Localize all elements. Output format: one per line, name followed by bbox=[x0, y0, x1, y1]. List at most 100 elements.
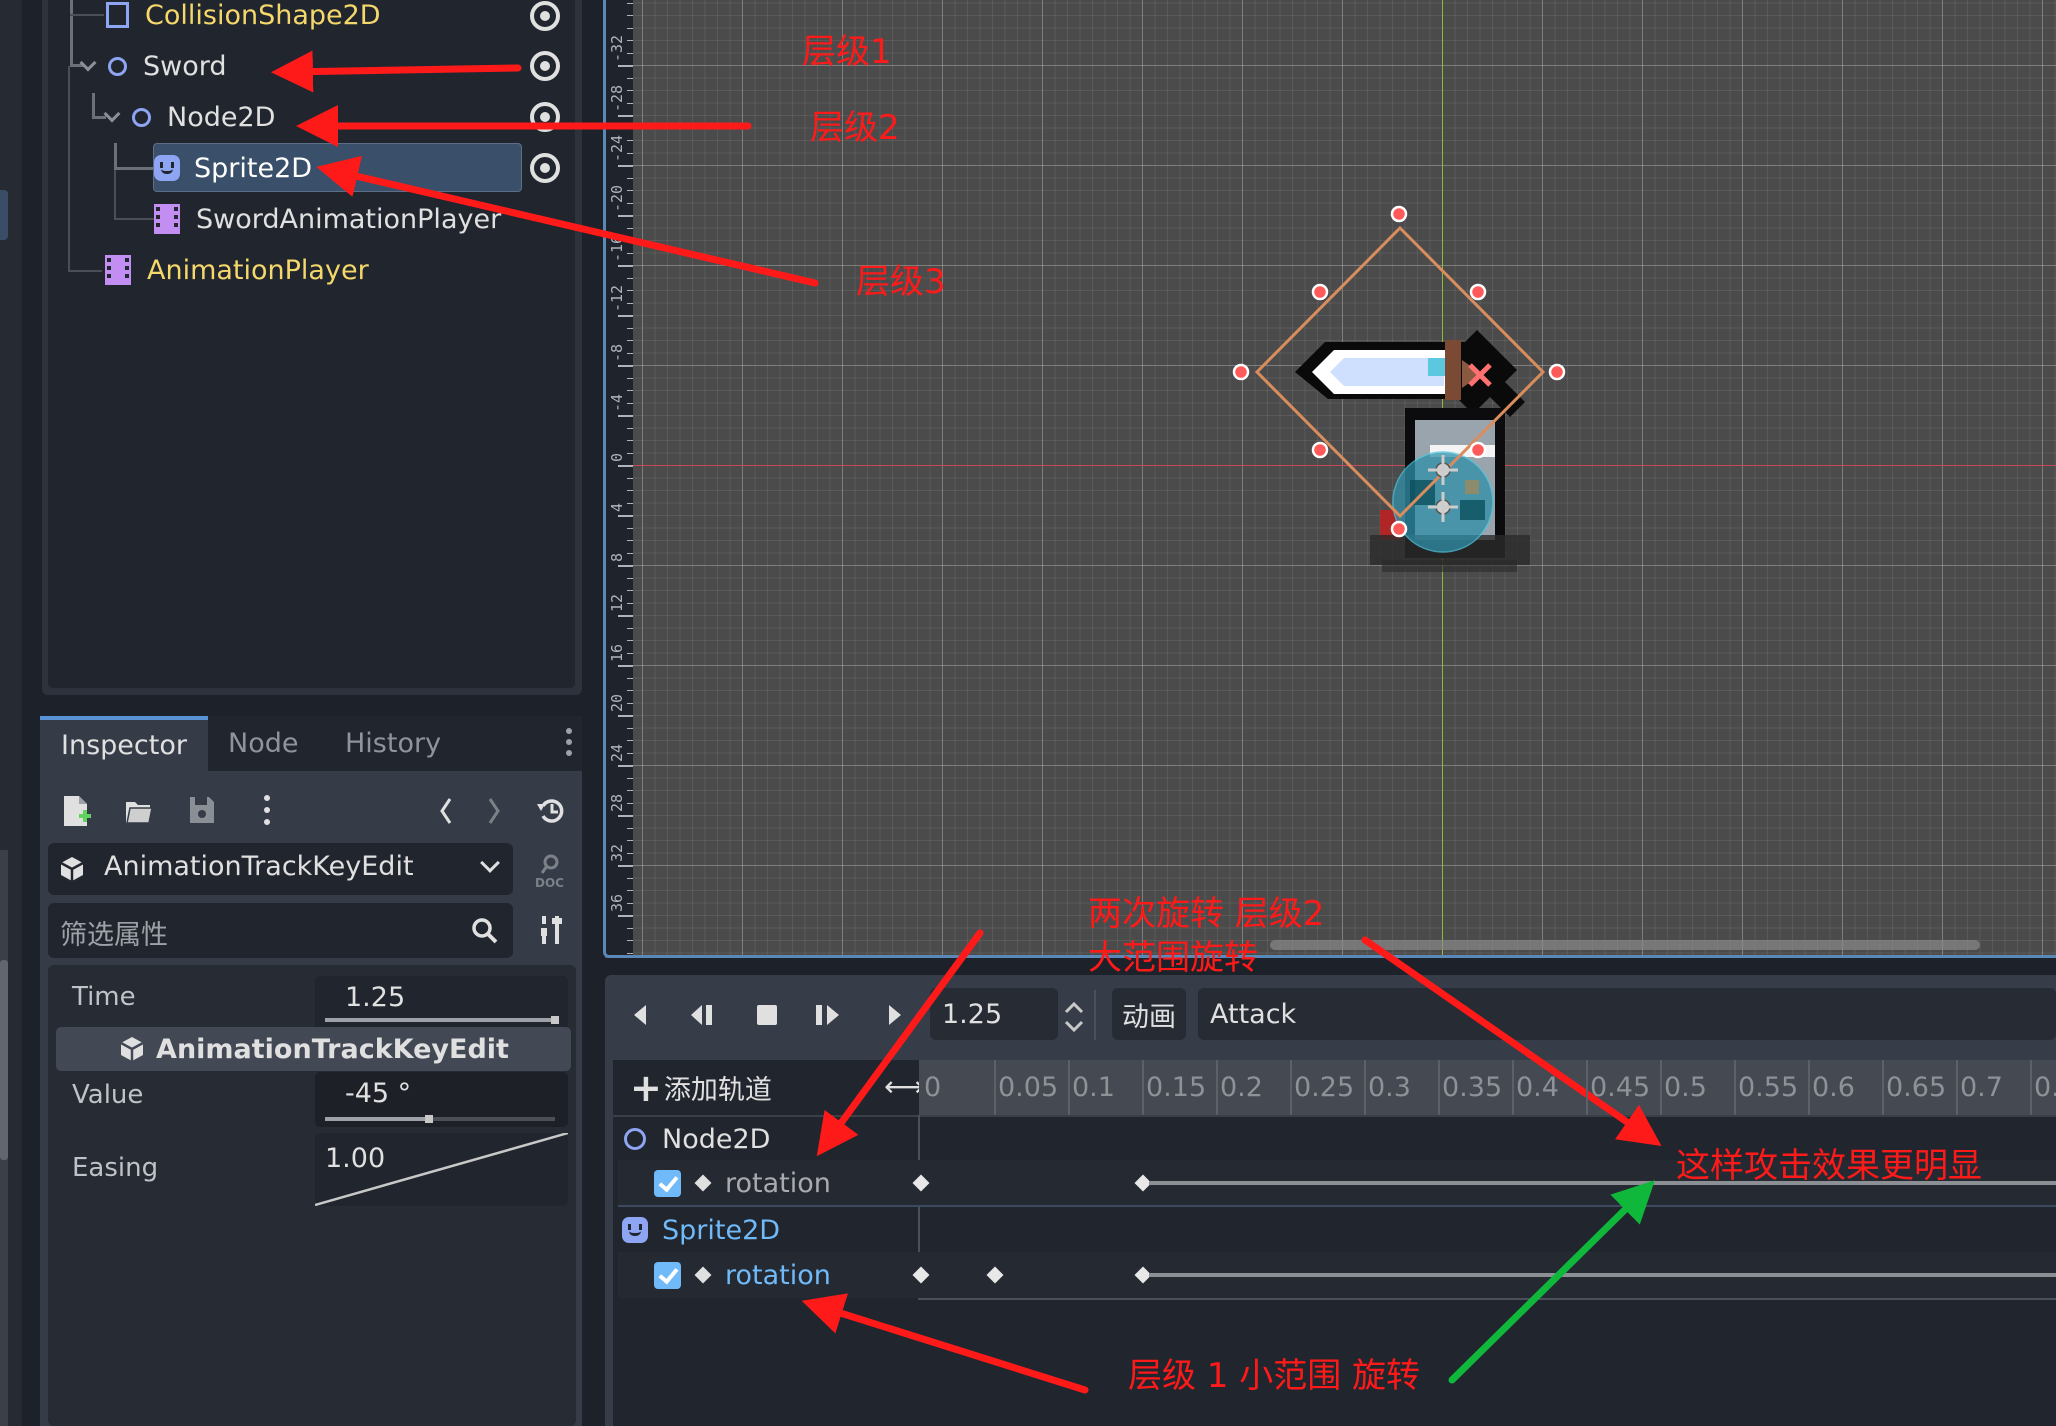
play-from-current-icon[interactable] bbox=[813, 1002, 843, 1028]
tree-line bbox=[68, 66, 70, 271]
viewport-horizontal-scrollbar[interactable] bbox=[1270, 940, 1980, 950]
tree-line bbox=[114, 167, 154, 170]
tree-item-sword[interactable]: Sword bbox=[79, 44, 227, 88]
node2d-icon bbox=[108, 56, 127, 76]
left-scrollbar-thumb[interactable] bbox=[0, 960, 8, 1160]
chevron-down-icon[interactable] bbox=[103, 105, 121, 123]
time-field[interactable]: 1.25 bbox=[315, 976, 568, 1031]
tree-item-label: AnimationPlayer bbox=[147, 254, 369, 286]
node2d-icon bbox=[132, 107, 151, 127]
timeline-tick-label: 0 bbox=[924, 1072, 942, 1103]
value-slider-grabber[interactable] bbox=[425, 1115, 433, 1123]
easing-curve[interactable]: 1.00 bbox=[315, 1133, 568, 1206]
visibility-eye-icon[interactable] bbox=[530, 1, 560, 31]
timeline-tick-label: 0.05 bbox=[998, 1072, 1059, 1103]
tree-line bbox=[114, 143, 117, 169]
visibility-eye-icon[interactable] bbox=[530, 51, 560, 81]
inspector-tabs: Inspector Node History bbox=[40, 716, 582, 771]
sprite-preview[interactable] bbox=[1200, 180, 1600, 580]
animation-select[interactable]: Attack bbox=[1198, 988, 2056, 1040]
timeline-tick-label: 0.55 bbox=[1738, 1072, 1799, 1103]
time-value: 1.25 bbox=[345, 982, 406, 1013]
play-from-start-icon[interactable] bbox=[883, 1002, 907, 1028]
tree-item-label: Sword bbox=[143, 50, 227, 82]
value-field[interactable]: -45 ° bbox=[315, 1072, 568, 1127]
time-slider[interactable] bbox=[325, 1018, 555, 1022]
track-group-divider bbox=[618, 1205, 2056, 1207]
object-cube-icon bbox=[120, 1037, 144, 1061]
new-resource-icon[interactable] bbox=[62, 794, 92, 828]
track-node-name: Node2D bbox=[662, 1123, 771, 1155]
section-header[interactable]: AnimationTrackKeyEdit bbox=[56, 1027, 571, 1071]
time-spinner-icon[interactable] bbox=[1063, 1000, 1085, 1034]
timeline-tick-label: 0.6 bbox=[1812, 1072, 1855, 1103]
chevron-down-icon[interactable] bbox=[79, 54, 97, 72]
more-options-icon[interactable] bbox=[264, 795, 270, 801]
annotation-two-rotations: 两次旋转 层级2 bbox=[1088, 894, 1325, 934]
animation-menu-label: 动画 bbox=[1122, 1001, 1176, 1033]
timeline-tick-label: 0.4 bbox=[1516, 1072, 1559, 1103]
property-tools-icon[interactable] bbox=[538, 914, 564, 946]
add-track-button[interactable]: + 添加轨道 bbox=[630, 1068, 772, 1107]
play-backwards-icon[interactable] bbox=[688, 1002, 718, 1028]
timeline-tick bbox=[1586, 1060, 1588, 1115]
current-time-field[interactable]: 1.25 bbox=[930, 988, 1058, 1040]
dock-menu-icon[interactable] bbox=[566, 728, 572, 734]
open-folder-icon[interactable] bbox=[124, 796, 154, 826]
add-track-label: 添加轨道 bbox=[663, 1075, 772, 1106]
animation-player-icon bbox=[154, 204, 180, 234]
timeline-bottom-line bbox=[918, 1298, 2056, 1300]
tree-item-node2d[interactable]: Node2D bbox=[103, 95, 276, 139]
collision-shape-icon bbox=[106, 2, 129, 28]
keyframe-type-icon bbox=[694, 1266, 712, 1284]
object-cube-icon bbox=[60, 857, 84, 881]
tree-line bbox=[70, 14, 104, 16]
timeline-tick-label: 0.7 bbox=[1960, 1072, 2003, 1103]
tree-line bbox=[70, 0, 73, 66]
tab-history[interactable]: History bbox=[345, 716, 441, 771]
history-forward-icon[interactable] bbox=[486, 796, 502, 826]
play-backwards-from-end-icon[interactable] bbox=[628, 1002, 652, 1028]
value-slider[interactable] bbox=[325, 1117, 429, 1121]
tree-item-swordanimationplayer[interactable]: SwordAnimationPlayer bbox=[154, 197, 501, 241]
doc-search-icon[interactable]: DOC bbox=[533, 853, 567, 889]
track-property-row[interactable]: rotation bbox=[654, 1160, 831, 1206]
timeline-tick-label: 0.1 bbox=[1072, 1072, 1115, 1103]
timeline-tick bbox=[1512, 1060, 1514, 1115]
visibility-eye-icon[interactable] bbox=[530, 153, 560, 183]
time-slider-grabber[interactable] bbox=[551, 1016, 559, 1024]
visibility-eye-icon[interactable] bbox=[530, 102, 560, 132]
left-dock-tab[interactable] bbox=[0, 190, 8, 240]
track-node-header[interactable]: Node2D bbox=[618, 1116, 770, 1162]
track-property-row[interactable]: rotation bbox=[654, 1252, 831, 1298]
timeline-tick-label: 0.2 bbox=[1220, 1072, 1263, 1103]
tree-item-animationplayer[interactable]: AnimationPlayer bbox=[105, 248, 369, 292]
track-enabled-checkbox[interactable] bbox=[654, 1261, 681, 1289]
timeline-tick bbox=[1142, 1060, 1144, 1115]
animation-player-icon bbox=[105, 255, 131, 285]
track-node-header[interactable]: Sprite2D bbox=[618, 1207, 780, 1253]
filter-properties-input[interactable]: 筛选属性 bbox=[48, 903, 513, 958]
node2d-icon bbox=[624, 1128, 646, 1150]
prop-label-value: Value bbox=[72, 1080, 144, 1110]
annotation-big-range: 大范围旋转 bbox=[1088, 938, 1258, 978]
class-dropdown[interactable]: AnimationTrackKeyEdit bbox=[48, 843, 513, 895]
track-enabled-checkbox[interactable] bbox=[654, 1169, 681, 1197]
history-back-icon[interactable] bbox=[438, 796, 454, 826]
animation-menu-button[interactable]: 动画 bbox=[1112, 988, 1186, 1040]
keyframe-hold-line bbox=[1149, 1273, 2056, 1277]
timeline-tick bbox=[1956, 1060, 1958, 1115]
stop-icon[interactable] bbox=[755, 1003, 779, 1027]
timeline-tick bbox=[1660, 1060, 1662, 1115]
sword-sprite bbox=[1295, 330, 1525, 417]
save-icon[interactable] bbox=[188, 795, 216, 825]
timeline-tick bbox=[1882, 1060, 1884, 1115]
tree-item-collisionshape2d[interactable]: CollisionShape2D bbox=[106, 0, 381, 37]
tab-node[interactable]: Node bbox=[228, 716, 298, 771]
object-history-icon[interactable] bbox=[536, 796, 566, 826]
tree-item-label: Node2D bbox=[167, 101, 276, 133]
tab-inspector[interactable]: Inspector bbox=[40, 716, 208, 771]
timeline-tick-label: 0.65 bbox=[1886, 1072, 1947, 1103]
tree-item-sprite2d[interactable]: Sprite2D bbox=[154, 146, 312, 190]
svg-text:DOC: DOC bbox=[535, 876, 564, 889]
